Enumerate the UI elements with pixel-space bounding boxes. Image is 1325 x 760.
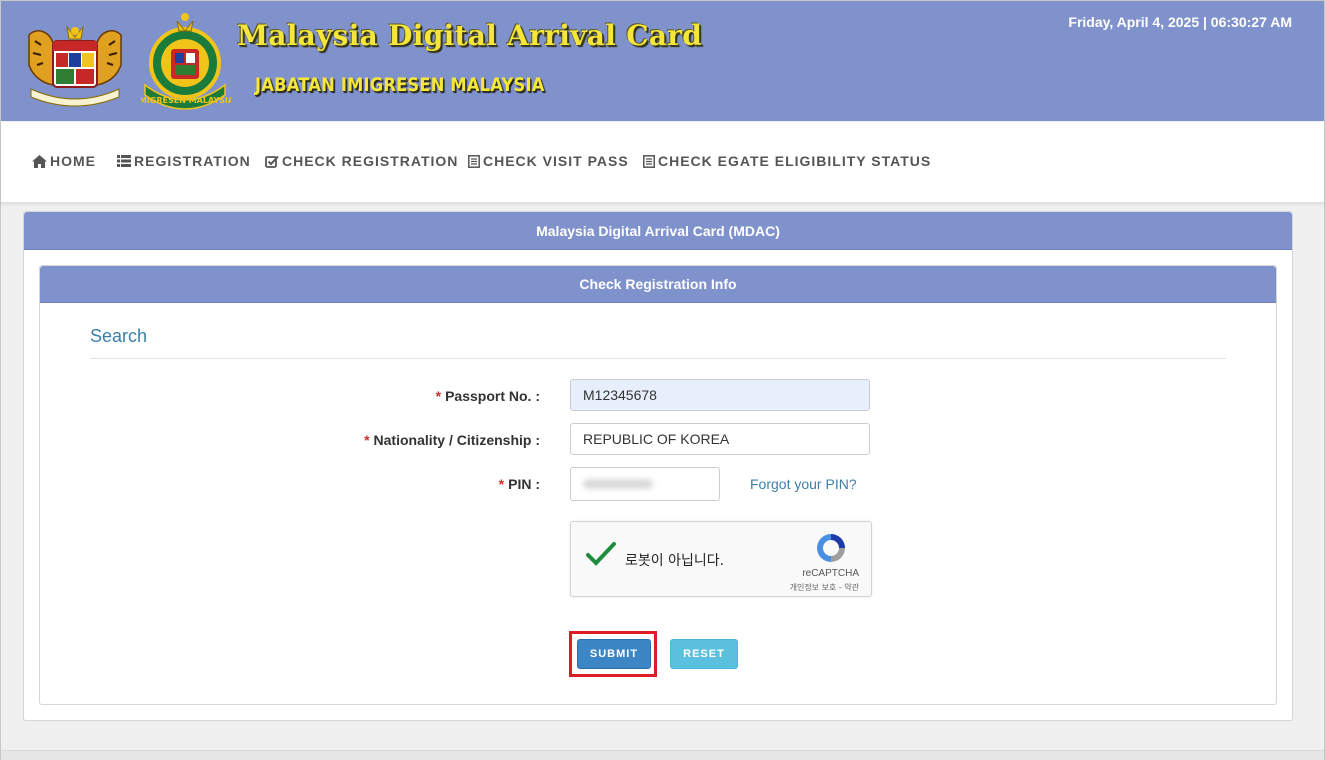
nav-registration[interactable]: REGISTRATION — [117, 153, 251, 169]
check-registration-title: Check Registration Info — [40, 266, 1276, 303]
submit-button[interactable]: SUBMIT — [577, 639, 651, 669]
recaptcha-label: 로봇이 아닙니다. — [625, 553, 725, 569]
nav-check-egate-eligibility-label: CHECK EGATE ELIGIBILITY STATUS — [658, 153, 932, 169]
pin-label-text: PIN : — [508, 476, 540, 492]
nationality-label-text: Nationality / Citizenship : — [373, 432, 540, 448]
required-mark: * — [364, 432, 370, 448]
check-registration-panel: Check Registration Info Search * Passport… — [39, 265, 1277, 705]
app-title: Malaysia Digital Arrival Card — [237, 19, 703, 52]
forgot-pin-link[interactable]: Forgot your PIN? — [750, 476, 857, 492]
recaptcha-brand: reCAPTCHA — [802, 568, 859, 579]
search-section-title: Search — [90, 326, 148, 346]
pin-input[interactable] — [570, 467, 720, 501]
passport-label: * Passport No. : — [436, 388, 540, 404]
current-datetime: Friday, April 4, 2025 | 06:30:27 AM — [1068, 14, 1292, 30]
nav-check-visit-pass[interactable]: CHECK VISIT PASS — [468, 153, 629, 169]
nationality-value: REPUBLIC OF KOREA — [583, 431, 730, 447]
pin-value-obscured — [583, 479, 653, 489]
nav-check-visit-pass-label: CHECK VISIT PASS — [483, 153, 629, 169]
document-icon — [468, 154, 480, 168]
header-banner: IMIGRESEN MALAYSIA Malaysia Digital Arri… — [1, 1, 1324, 121]
passport-label-text: Passport No. : — [445, 388, 540, 404]
list-icon — [117, 155, 131, 167]
passport-value: M12345678 — [583, 387, 657, 403]
footer — [1, 750, 1324, 760]
nav-registration-label: REGISTRATION — [134, 153, 251, 169]
nav-check-registration-label: CHECK REGISTRATION — [282, 153, 459, 169]
required-mark: * — [498, 476, 505, 492]
svg-text:IMIGRESEN MALAYSIA: IMIGRESEN MALAYSIA — [141, 96, 231, 105]
checkmark-icon[interactable] — [585, 540, 617, 568]
mdac-panel: Malaysia Digital Arrival Card (MDAC) Che… — [23, 211, 1293, 721]
document-icon — [643, 154, 655, 168]
recaptcha-logo-icon — [817, 534, 845, 562]
main-nav: HOME REGISTRATION CHECK REGISTRATION CHE… — [1, 122, 1324, 203]
reset-button[interactable]: RESET — [670, 639, 738, 669]
immigration-malaysia-emblem-icon: IMIGRESEN MALAYSIA — [141, 13, 231, 110]
nav-home-label: HOME — [50, 153, 96, 169]
passport-input[interactable]: M12345678 — [570, 379, 870, 411]
home-icon — [32, 154, 47, 168]
nav-check-registration[interactable]: CHECK REGISTRATION — [265, 153, 458, 169]
recaptcha-terms[interactable]: 개인정보 보호 - 약관 — [790, 582, 859, 593]
check-square-icon — [265, 155, 279, 168]
pin-label: * PIN : — [499, 476, 540, 492]
recaptcha-widget: 로봇이 아닙니다. reCAPTCHA 개인정보 보호 - 약관 — [570, 521, 872, 597]
malaysia-coat-of-arms-icon — [28, 25, 122, 107]
nav-check-egate-eligibility[interactable]: CHECK EGATE ELIGIBILITY STATUS — [643, 153, 931, 169]
app-subtitle: JABATAN IMIGRESEN MALAYSIA — [255, 74, 545, 96]
nationality-label: * Nationality / Citizenship : — [364, 432, 540, 448]
divider — [90, 358, 1226, 359]
nav-home[interactable]: HOME — [32, 153, 96, 169]
required-mark: * — [435, 388, 442, 404]
mdac-panel-title: Malaysia Digital Arrival Card (MDAC) — [24, 212, 1292, 250]
nationality-input[interactable]: REPUBLIC OF KOREA — [570, 423, 870, 455]
